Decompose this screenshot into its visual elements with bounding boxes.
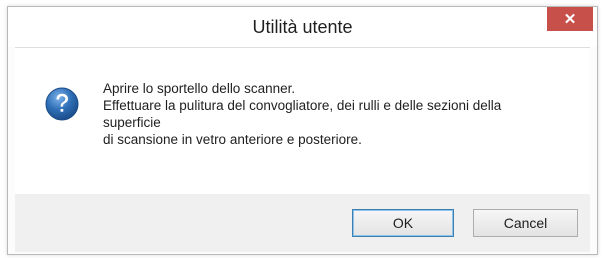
cancel-button[interactable]: Cancel (473, 209, 578, 237)
close-icon: ✕ (563, 11, 577, 28)
message-line: di scansione in vetro anteriore e poster… (103, 132, 362, 147)
message-area: Aprire lo sportello dello scanner. Effet… (15, 47, 590, 194)
message-line: Effettuare la pulitura del convogliatore… (103, 98, 502, 113)
title-bar[interactable]: Utilità utente ✕ (8, 7, 597, 47)
user-utility-dialog: Utilità utente ✕ Aprire lo sportello del… (7, 6, 598, 255)
button-bar: OK Cancel (15, 194, 590, 252)
message-text: Aprire lo sportello dello scanner. Effet… (103, 80, 573, 148)
dialog-title: Utilità utente (252, 17, 353, 37)
close-button[interactable]: ✕ (547, 7, 593, 31)
ok-button[interactable]: OK (352, 209, 454, 237)
message-line: superficie (103, 115, 161, 130)
message-line: Aprire lo sportello dello scanner. (103, 81, 296, 96)
question-icon (45, 87, 79, 121)
